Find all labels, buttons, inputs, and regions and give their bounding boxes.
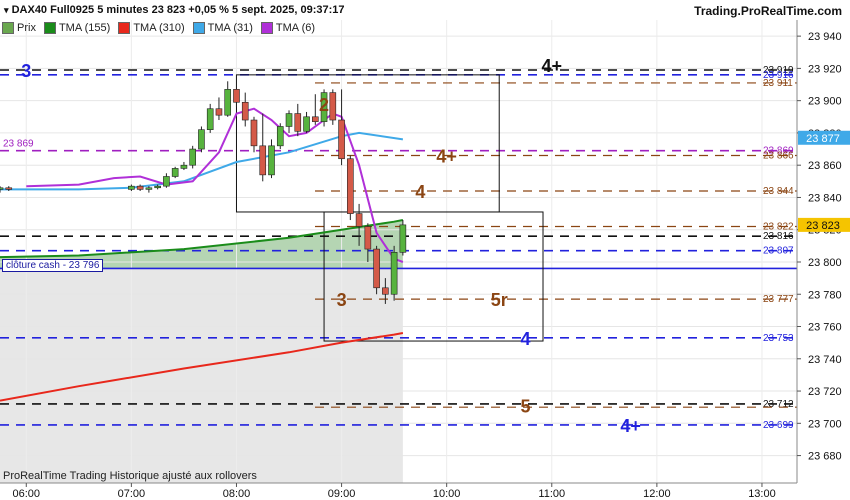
left-level-label: 23 869 [3, 139, 34, 150]
y-tick-label: 23 740 [808, 354, 842, 366]
chart-legend: Prix TMA (155) TMA (310) TMA (31) TMA (6… [2, 22, 315, 34]
legend-swatch [192, 22, 205, 34]
candle-body [276, 126, 284, 147]
x-tick-label: 07:00 [118, 488, 146, 500]
legend-label: TMA (31) [207, 22, 253, 34]
x-tick-label: 10:00 [433, 488, 461, 500]
legend-item-tma155[interactable]: TMA (155) [43, 22, 111, 34]
wave-annotation: 2 [319, 95, 329, 115]
candle-body [180, 164, 188, 169]
candle-body [390, 252, 398, 295]
wave-annotation: 3 [21, 61, 31, 81]
candle-body [171, 168, 179, 177]
y-tick-label: 23 840 [808, 192, 842, 204]
legend-label: TMA (310) [133, 22, 185, 34]
candle-body [303, 116, 310, 132]
x-tick-label: 06:00 [13, 488, 41, 500]
candle-body [189, 148, 196, 166]
y-tick-label: 23 800 [808, 257, 842, 269]
y-tick-label: 23 900 [808, 96, 842, 108]
candle-body [399, 224, 407, 253]
candle-body [0, 187, 4, 190]
candle-body [224, 89, 232, 116]
y-tick-label: 23 920 [808, 63, 842, 75]
candle-body [233, 89, 240, 103]
legend-label: TMA (6) [275, 22, 316, 34]
candle-body [198, 129, 205, 150]
y-tick-label: 23 720 [808, 386, 842, 398]
y-tick-label: 23 760 [808, 322, 842, 334]
wave-annotation: 5r [491, 290, 508, 310]
candle-body [250, 119, 258, 147]
level-label: 23 866 [763, 151, 794, 162]
x-tick-label: 11:00 [538, 488, 565, 500]
chart-title: ▾ DAX40 Full0925 5 minutes 23 823 +0,05 … [4, 4, 345, 16]
wave-annotation: 4 [415, 182, 425, 202]
tma31-price-tag-text: 23 877 [806, 133, 840, 145]
candle-body [241, 101, 249, 121]
candle-body [259, 145, 267, 176]
x-tick-label: 08:00 [223, 488, 251, 500]
candle-body [364, 226, 372, 250]
collapse-icon[interactable]: ▾ [4, 5, 9, 15]
legend-item-prix[interactable]: Prix [2, 22, 36, 34]
close-cash-label: clôture cash - 23 796 [2, 259, 104, 272]
title-text: DAX40 Full0925 5 minutes 23 823 +0,05 % … [11, 4, 345, 16]
candle-body [206, 108, 214, 131]
last-price-tag-text: 23 823 [806, 220, 840, 232]
legend-label: Prix [17, 22, 36, 34]
level-label: 23 844 [763, 186, 794, 197]
level-label: 23 712 [763, 399, 794, 410]
legend-item-tma31[interactable]: TMA (31) [192, 22, 253, 34]
candle-body [347, 158, 354, 214]
footnote: ProRealTime Trading Historique ajusté au… [3, 470, 257, 482]
candle-body [163, 176, 170, 187]
candle-body [329, 92, 337, 121]
candle-body [136, 185, 144, 190]
candle-body [5, 187, 13, 190]
level-label: 23 807 [763, 246, 794, 257]
y-tick-label: 23 780 [808, 289, 842, 301]
level-label: 23 816 [763, 231, 794, 242]
x-tick-label: 12:00 [643, 488, 671, 500]
legend-item-tma6[interactable]: TMA (6) [260, 22, 316, 34]
candle-body [154, 185, 161, 189]
y-tick-label: 23 940 [808, 31, 842, 43]
y-tick-label: 23 680 [808, 451, 842, 463]
candle-body [382, 287, 389, 295]
legend-item-tma310[interactable]: TMA (310) [118, 22, 185, 34]
wave-annotation: 4+ [542, 56, 563, 76]
candle-body [215, 108, 223, 116]
candle-body [285, 113, 293, 127]
y-tick-label: 23 700 [808, 418, 842, 430]
wave-annotation: 3 [337, 290, 347, 310]
level-label: 23 753 [763, 333, 794, 344]
level-label: 23 699 [763, 420, 794, 431]
candle-body [145, 187, 153, 190]
x-tick-label: 13:00 [748, 488, 776, 500]
wave-annotation: 4 [520, 329, 530, 349]
wave-annotation: 5 [520, 397, 530, 417]
wave-annotation: 4+ [436, 147, 457, 167]
candle-body [311, 116, 319, 122]
legend-label: TMA (155) [58, 22, 111, 34]
legend-swatch [118, 22, 131, 34]
candle-body [128, 185, 135, 190]
legend-swatch [43, 22, 56, 34]
y-axis-bg [797, 20, 850, 483]
level-label: 23 911 [763, 78, 793, 89]
candle-body [355, 213, 363, 227]
x-tick-label: 09:00 [328, 488, 356, 500]
y-tick-label: 23 860 [808, 160, 842, 172]
wave-annotation: 4+ [620, 416, 641, 436]
candle-body [294, 113, 302, 132]
brand-label: Trading.ProRealTime.com [694, 4, 842, 18]
chart-canvas[interactable]: 23 91923 91623 91123 86923 86623 84423 8… [0, 0, 850, 500]
candle-body [338, 119, 345, 160]
legend-swatch [2, 22, 14, 34]
level-label: 23 777 [763, 294, 794, 305]
candle-body [268, 145, 275, 176]
legend-swatch [260, 22, 273, 34]
candle-body [373, 248, 380, 289]
